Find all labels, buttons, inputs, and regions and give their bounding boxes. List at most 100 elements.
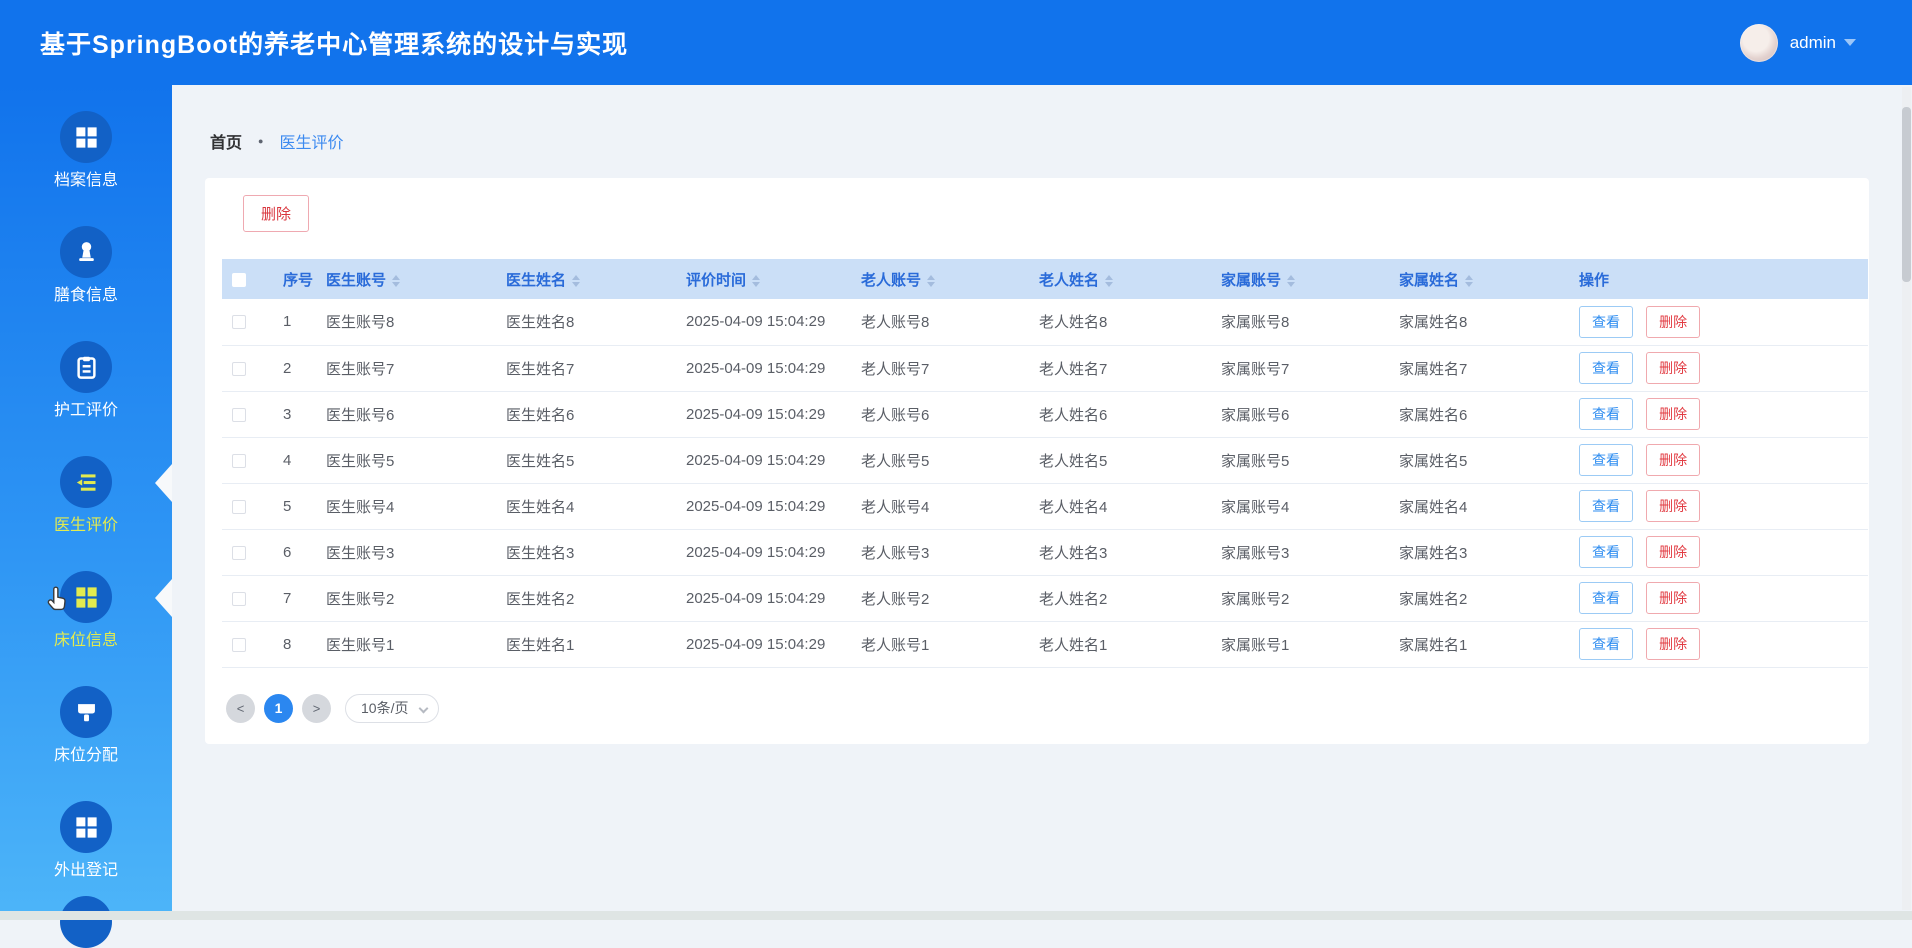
cell-family-account: 家属账号1 <box>1217 621 1395 667</box>
sidebar-item-bed-info[interactable]: 床位信息 <box>0 545 172 660</box>
next-page-button[interactable]: > <box>302 694 331 723</box>
row-delete-button[interactable]: 删除 <box>1646 582 1700 614</box>
grid-icon <box>60 111 112 163</box>
sort-caret-icon[interactable] <box>1287 275 1295 287</box>
view-button[interactable]: 查看 <box>1579 306 1633 338</box>
view-button[interactable]: 查看 <box>1579 628 1633 660</box>
table-row: 6 医生账号3 医生姓名3 2025-04-09 15:04:29 老人账号3 … <box>222 529 1868 575</box>
user-menu[interactable]: admin <box>1740 24 1856 62</box>
row-checkbox[interactable] <box>232 500 246 514</box>
cell-doctor-account: 医生账号6 <box>322 391 502 437</box>
prev-page-button[interactable]: < <box>226 694 255 723</box>
row-checkbox[interactable] <box>232 638 246 652</box>
sort-caret-icon[interactable] <box>392 275 400 287</box>
cell-elder-name: 老人姓名7 <box>1035 345 1217 391</box>
cell-elder-account: 老人账号5 <box>857 437 1035 483</box>
bulk-delete-button[interactable]: 删除 <box>243 195 309 232</box>
cell-family-account: 家属账号6 <box>1217 391 1395 437</box>
breadcrumb-home[interactable]: 首页 <box>210 129 242 153</box>
row-checkbox[interactable] <box>232 454 246 468</box>
row-delete-button[interactable]: 删除 <box>1646 628 1700 660</box>
row-delete-button[interactable]: 删除 <box>1646 398 1700 430</box>
row-delete-button[interactable]: 删除 <box>1646 490 1700 522</box>
vertical-scrollbar-thumb[interactable] <box>1902 107 1911 282</box>
breadcrumb-current[interactable]: 医生评价 <box>279 129 343 153</box>
avatar[interactable] <box>1740 24 1778 62</box>
sidebar-item-bed-assign[interactable]: 床位分配 <box>0 660 172 775</box>
sidebar-item-doctor-review[interactable]: 医生评价 <box>0 430 172 545</box>
cell-index: 5 <box>267 483 322 529</box>
cell-review-time: 2025-04-09 15:04:29 <box>682 299 857 345</box>
view-button[interactable]: 查看 <box>1579 536 1633 568</box>
row-checkbox[interactable] <box>232 546 246 560</box>
content-card: 删除 序号 医生账号 医生姓名 评价时间 老人账号 老人姓名 家属账号 家属姓名 <box>205 178 1869 744</box>
row-checkbox[interactable] <box>232 408 246 422</box>
view-button[interactable]: 查看 <box>1579 444 1633 476</box>
row-delete-button[interactable]: 删除 <box>1646 306 1700 338</box>
sidebar-item-label: 档案信息 <box>0 171 172 191</box>
col-elder-account[interactable]: 老人账号 <box>857 259 1035 299</box>
sidebar-item-label: 外出登记 <box>0 861 172 881</box>
grid-icon <box>60 571 112 623</box>
cell-doctor-name: 医生姓名4 <box>502 483 682 529</box>
col-family-account[interactable]: 家属账号 <box>1217 259 1395 299</box>
cell-review-time: 2025-04-09 15:04:29 <box>682 345 857 391</box>
view-button[interactable]: 查看 <box>1579 490 1633 522</box>
sort-caret-icon[interactable] <box>927 275 935 287</box>
data-table: 序号 医生账号 医生姓名 评价时间 老人账号 老人姓名 家属账号 家属姓名 操作… <box>222 259 1868 668</box>
vertical-scrollbar[interactable] <box>1902 87 1911 910</box>
cell-index: 6 <box>267 529 322 575</box>
table-header-row: 序号 医生账号 医生姓名 评价时间 老人账号 老人姓名 家属账号 家属姓名 操作 <box>222 259 1868 299</box>
breadcrumb-separator: ● <box>258 136 263 146</box>
table-row: 5 医生账号4 医生姓名4 2025-04-09 15:04:29 老人账号4 … <box>222 483 1868 529</box>
cell-doctor-name: 医生姓名7 <box>502 345 682 391</box>
cell-index: 3 <box>267 391 322 437</box>
sidebar-item-caregiver-review[interactable]: 护工评价 <box>0 315 172 430</box>
horizontal-scrollbar[interactable] <box>0 911 1912 920</box>
sort-caret-icon[interactable] <box>752 275 760 287</box>
sidebar-item-label: 护工评价 <box>0 401 172 421</box>
view-button[interactable]: 查看 <box>1579 582 1633 614</box>
cell-doctor-account: 医生账号5 <box>322 437 502 483</box>
cell-family-name: 家属姓名3 <box>1395 529 1575 575</box>
row-checkbox[interactable] <box>232 592 246 606</box>
sort-caret-icon[interactable] <box>1105 275 1113 287</box>
select-all-checkbox[interactable] <box>232 273 246 287</box>
cell-family-account: 家属账号2 <box>1217 575 1395 621</box>
sidebar-item-meals[interactable]: 膳食信息 <box>0 200 172 315</box>
sidebar-item-label: 医生评价 <box>0 516 172 536</box>
row-checkbox[interactable] <box>232 315 246 329</box>
cell-review-time: 2025-04-09 15:04:29 <box>682 621 857 667</box>
view-button[interactable]: 查看 <box>1579 398 1633 430</box>
row-delete-button[interactable]: 删除 <box>1646 352 1700 384</box>
page-size-select[interactable]: 10条/页 <box>345 694 439 723</box>
cell-elder-account: 老人账号6 <box>857 391 1035 437</box>
sidebar-item-label: 床位信息 <box>0 631 172 651</box>
view-button[interactable]: 查看 <box>1579 352 1633 384</box>
col-doctor-name[interactable]: 医生姓名 <box>502 259 682 299</box>
row-delete-button[interactable]: 删除 <box>1646 536 1700 568</box>
cell-family-name: 家属姓名1 <box>1395 621 1575 667</box>
cell-elder-name: 老人姓名5 <box>1035 437 1217 483</box>
cell-elder-name: 老人姓名3 <box>1035 529 1217 575</box>
cell-elder-account: 老人账号4 <box>857 483 1035 529</box>
row-checkbox[interactable] <box>232 362 246 376</box>
table-row: 7 医生账号2 医生姓名2 2025-04-09 15:04:29 老人账号2 … <box>222 575 1868 621</box>
current-page-button[interactable]: 1 <box>264 694 293 723</box>
sidebar-item-archive[interactable]: 档案信息 <box>0 85 172 200</box>
col-elder-name[interactable]: 老人姓名 <box>1035 259 1217 299</box>
row-delete-button[interactable]: 删除 <box>1646 444 1700 476</box>
cell-family-name: 家属姓名8 <box>1395 299 1575 345</box>
col-review-time[interactable]: 评价时间 <box>682 259 857 299</box>
cell-doctor-name: 医生姓名3 <box>502 529 682 575</box>
cell-review-time: 2025-04-09 15:04:29 <box>682 529 857 575</box>
cell-review-time: 2025-04-09 15:04:29 <box>682 391 857 437</box>
cell-doctor-account: 医生账号8 <box>322 299 502 345</box>
col-doctor-account[interactable]: 医生账号 <box>322 259 502 299</box>
col-family-name[interactable]: 家属姓名 <box>1395 259 1575 299</box>
cell-doctor-name: 医生姓名8 <box>502 299 682 345</box>
sort-caret-icon[interactable] <box>1465 275 1473 287</box>
sidebar-item-outing-register[interactable]: 外出登记 <box>0 775 172 890</box>
sort-caret-icon[interactable] <box>572 275 580 287</box>
cell-doctor-account: 医生账号1 <box>322 621 502 667</box>
